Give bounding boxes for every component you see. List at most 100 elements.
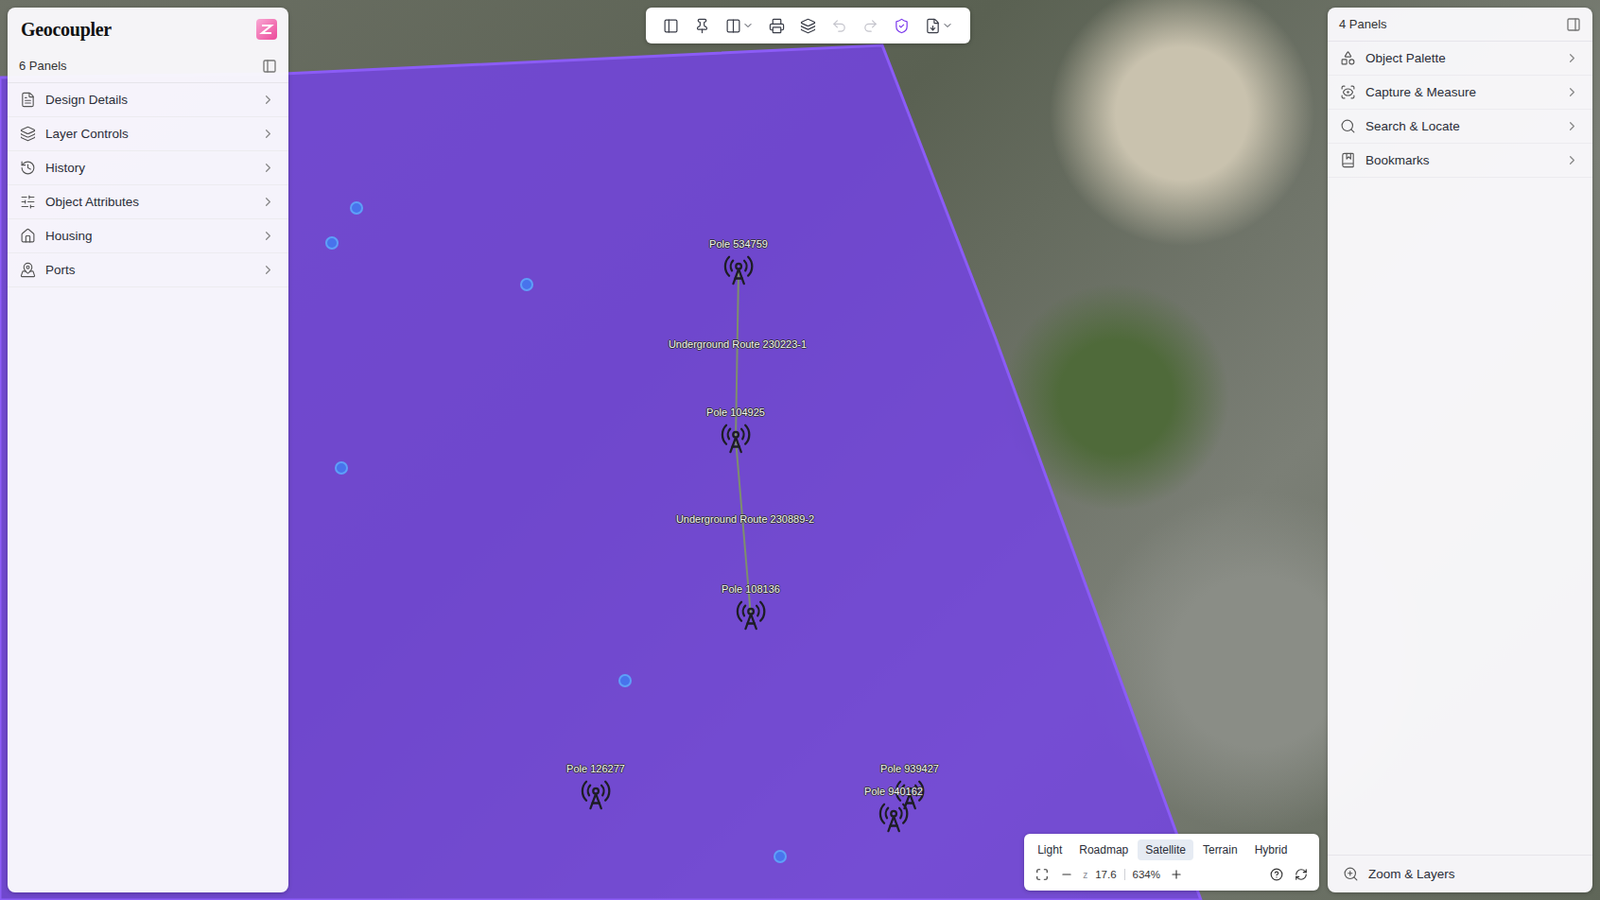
base-layer-tab[interactable]: Satellite: [1137, 839, 1194, 861]
pole-marker[interactable]: Pole 126277: [566, 763, 626, 812]
redo-icon: [862, 17, 879, 35]
refresh-button[interactable]: [1292, 866, 1310, 884]
panel-item-label: Layer Controls: [45, 126, 252, 141]
chevron-icon: [260, 126, 276, 141]
zoom-level: 17.6: [1095, 869, 1125, 881]
panel-item-label: Ports: [45, 262, 252, 278]
panel-count: 4 Panels: [1339, 17, 1388, 32]
layers-button[interactable]: [794, 11, 822, 40]
base-layer-tabs: LightRoadmapSatelliteTerrainHybrid: [1029, 839, 1314, 861]
zoom-in-button[interactable]: [1167, 866, 1185, 884]
tower-icon: [579, 779, 612, 812]
pole-marker[interactable]: Pole 534759: [709, 238, 768, 287]
pole-label: Pole 108136: [721, 583, 781, 596]
chevron-icon: [1565, 85, 1580, 100]
panel-item-label: Bookmarks: [1365, 153, 1556, 168]
panel-count: 6 Panels: [18, 58, 68, 73]
footer-label: Zoom & Layers: [1368, 867, 1456, 882]
base-layer-tab[interactable]: Terrain: [1195, 839, 1246, 861]
map-node[interactable]: [334, 461, 348, 475]
base-layer-tab[interactable]: Light: [1029, 839, 1070, 861]
zoom-scale: 634%: [1132, 869, 1161, 881]
zoom-row: z17.6634%: [1029, 864, 1314, 886]
panel-item-label: Design Details: [45, 92, 252, 107]
help-button[interactable]: [1268, 866, 1286, 884]
help-icon: [1269, 868, 1284, 882]
pole-label: Pole 534759: [709, 238, 768, 251]
panel-item[interactable]: Ports: [7, 253, 289, 288]
tower-icon: [877, 801, 910, 835]
panel-item[interactable]: Housing: [7, 219, 289, 254]
history-icon: [19, 159, 36, 176]
app: Underground Route 230223-1Underground Ro…: [0, 0, 1600, 900]
redo-button[interactable]: [856, 11, 885, 40]
shield-icon: [893, 17, 910, 35]
export-icon: [924, 17, 941, 35]
map-node[interactable]: [618, 674, 632, 688]
route-label: Underground Route 230889-2: [676, 513, 815, 526]
chevron-icon: [260, 262, 276, 278]
chevron-down-icon: [941, 19, 954, 32]
panel-icon: [662, 17, 679, 35]
base-layer-tab[interactable]: Hybrid: [1247, 839, 1296, 861]
zoom-icon: [1342, 866, 1359, 883]
pole-label: Pole 940162: [864, 785, 923, 799]
workspace: Geocoupler 6 Panels Design Details Layer Co…: [0, 0, 1600, 900]
panel-item[interactable]: Object Palette: [1327, 41, 1593, 76]
undo-button[interactable]: [825, 11, 853, 40]
chevron-icon: [1565, 153, 1580, 168]
panel-item-label: Object Palette: [1365, 51, 1556, 66]
panel-header: 4 Panels: [1327, 7, 1593, 42]
panel-item[interactable]: Capture & Measure: [1327, 75, 1593, 110]
chevron-icon: [1565, 119, 1580, 134]
layers-icon: [800, 17, 817, 35]
pole-marker[interactable]: Pole 108136: [721, 583, 781, 632]
panel-item-label: History: [45, 160, 252, 175]
refresh-icon: [1294, 868, 1308, 882]
panel-item[interactable]: Design Details: [7, 83, 289, 118]
map-node[interactable]: [773, 850, 787, 864]
panel-item[interactable]: Object Attributes: [7, 185, 289, 220]
panel-item[interactable]: Bookmarks: [1327, 143, 1593, 178]
zoom-out-button[interactable]: [1058, 866, 1076, 884]
map-area: LightRoadmapSatelliteTerrainHybridz17.66…: [288, 7, 1328, 893]
bookmarks-icon: [1339, 152, 1357, 169]
pole-marker[interactable]: Pole 940162: [864, 785, 923, 835]
base-layer-tab[interactable]: Roadmap: [1071, 839, 1136, 861]
pole-marker[interactable]: Pole 104925: [706, 406, 766, 455]
panel-toggle-icon[interactable]: [1565, 17, 1582, 33]
logo-row: Geocoupler: [7, 7, 289, 50]
shield-button[interactable]: [887, 11, 916, 40]
panel-item[interactable]: Layer Controls: [7, 117, 289, 152]
tower-icon: [734, 599, 767, 632]
ports-icon: [19, 261, 36, 279]
panel-item-label: Search & Locate: [1365, 119, 1556, 134]
attributes-icon: [19, 193, 36, 210]
map-node[interactable]: [349, 201, 364, 215]
map-controls: LightRoadmapSatelliteTerrainHybridz17.66…: [1024, 834, 1320, 891]
search-icon: [1339, 118, 1357, 135]
panel-button[interactable]: [657, 11, 685, 40]
right-panel: 4 Panels Object Palette Capture & Measure S…: [1327, 7, 1593, 893]
print-icon: [768, 17, 785, 35]
panel-toggle-icon[interactable]: [261, 58, 278, 74]
left-panel: Geocoupler 6 Panels Design Details Layer Co…: [7, 7, 289, 893]
pole-label: Pole 126277: [566, 763, 626, 776]
zoom-layers-button[interactable]: Zoom & Layers: [1327, 854, 1593, 893]
columns-button[interactable]: [719, 11, 760, 40]
export-button[interactable]: [919, 11, 959, 40]
tower-icon: [719, 422, 752, 455]
pole-label: Pole 104925: [706, 406, 766, 419]
panel-item[interactable]: History: [7, 151, 289, 186]
plus-icon: [1169, 868, 1183, 882]
minus-icon: [1060, 868, 1074, 882]
map-node[interactable]: [325, 236, 339, 250]
map-node[interactable]: [520, 278, 534, 292]
panel-item[interactable]: Search & Locate: [1327, 109, 1593, 144]
print-button[interactable]: [763, 11, 791, 40]
pole-label: Pole 939427: [880, 763, 940, 776]
fullscreen-button[interactable]: [1033, 866, 1051, 884]
pin-button[interactable]: [688, 11, 716, 40]
chevron-icon: [260, 92, 276, 107]
toolbar: [645, 7, 971, 44]
